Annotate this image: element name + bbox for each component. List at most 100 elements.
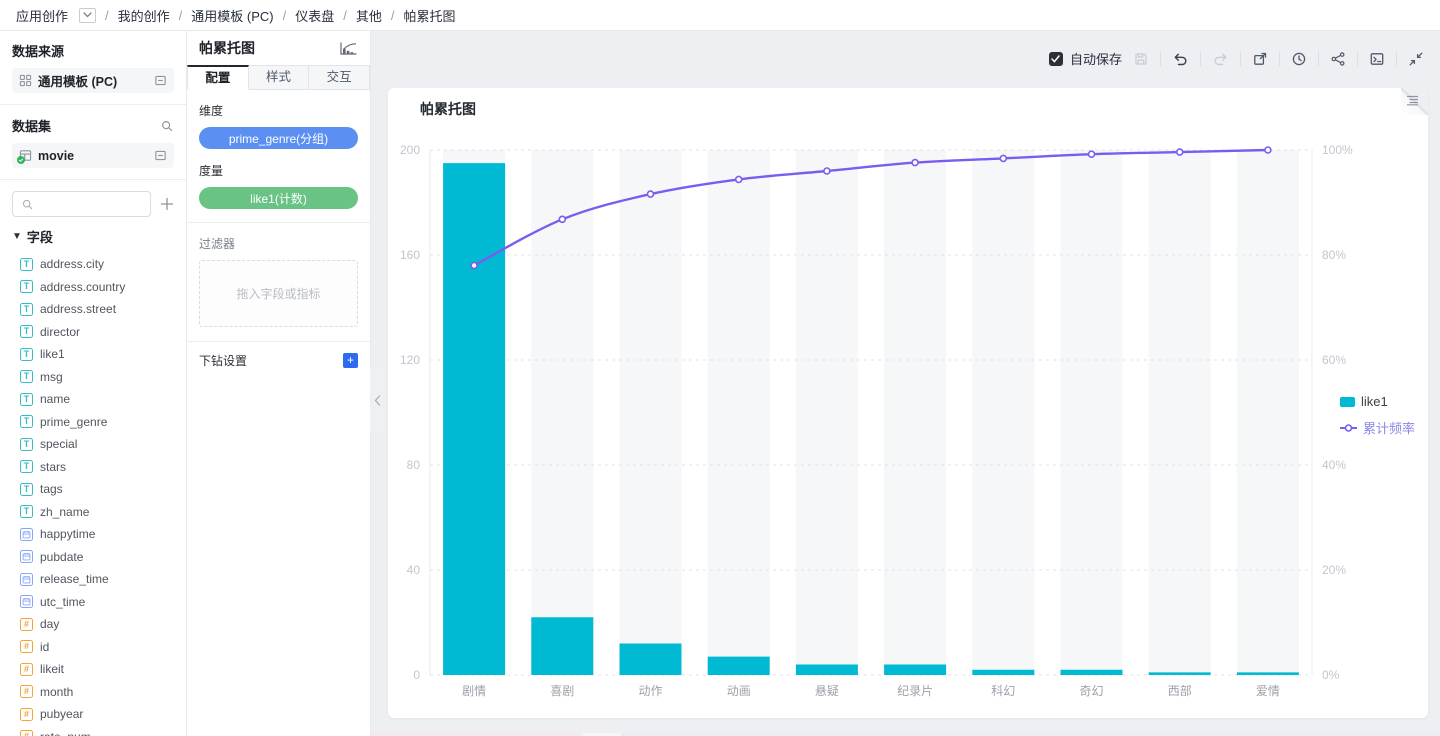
line-point-爱情[interactable] — [1265, 147, 1271, 153]
breadcrumb-item[interactable]: 帕累托图 — [404, 6, 456, 25]
exit-fullscreen-button[interactable] — [1408, 51, 1424, 67]
field-item[interactable]: Ttags — [12, 478, 174, 501]
field-item[interactable]: #month — [12, 681, 174, 704]
line-point-动画[interactable] — [736, 176, 742, 182]
legend-item-line[interactable]: 累计频率 — [1340, 418, 1415, 437]
line-point-悬疑[interactable] — [824, 168, 830, 174]
field-item[interactable]: #pubyear — [12, 703, 174, 726]
line-point-喜剧[interactable] — [559, 216, 565, 222]
line-point-剧情[interactable] — [471, 263, 477, 269]
save-button[interactable] — [1133, 51, 1149, 67]
field-item[interactable]: Tmsg — [12, 366, 174, 389]
breadcrumb-item[interactable]: 仪表盘 — [295, 6, 334, 25]
text-field-icon: T — [20, 460, 33, 473]
chart-config-panel: 帕累托图 配置样式交互 维度 prime_genre(分组) 度量 like1(… — [187, 31, 371, 736]
line-legend-marker — [1340, 423, 1357, 433]
field-item[interactable]: Tprime_genre — [12, 411, 174, 434]
history-button[interactable] — [1291, 51, 1307, 67]
field-name: pubyear — [40, 707, 83, 721]
bar-科幻[interactable] — [972, 670, 1034, 675]
breadcrumb-items: /我的创作/通用模板 (PC)/仪表盘/其他/帕累托图 — [105, 6, 456, 25]
field-item[interactable]: Taddress.street — [12, 298, 174, 321]
datasource-name: 通用模板 (PC) — [38, 71, 117, 90]
field-name: zh_name — [40, 505, 89, 519]
field-item[interactable]: Tspecial — [12, 433, 174, 456]
field-item[interactable]: Tzh_name — [12, 501, 174, 524]
config-tab-样式[interactable]: 样式 — [249, 65, 310, 90]
export-icon — [1252, 51, 1268, 67]
switch-dataset-icon[interactable] — [154, 149, 167, 162]
field-item[interactable]: Tdirector — [12, 321, 174, 344]
autosave-toggle[interactable]: 自动保存 — [1049, 49, 1122, 68]
line-point-纪录片[interactable] — [912, 160, 918, 166]
config-tab-交互[interactable]: 交互 — [309, 65, 370, 90]
field-item[interactable]: #id — [12, 636, 174, 659]
field-item[interactable]: #rate_num — [12, 726, 174, 736]
bar-悬疑[interactable] — [796, 665, 858, 676]
fields-title: 字段 — [27, 227, 53, 246]
undo-button[interactable] — [1172, 51, 1189, 67]
bar-动画[interactable] — [708, 657, 770, 675]
dataset-item[interactable]: movie — [12, 143, 174, 168]
widget-menu-icon[interactable] — [1406, 95, 1419, 106]
measure-label: 度量 — [199, 162, 358, 179]
share-icon — [1330, 51, 1346, 67]
field-item[interactable]: happytime — [12, 523, 174, 546]
field-item[interactable]: utc_time — [12, 591, 174, 614]
line-point-动作[interactable] — [648, 191, 654, 197]
config-tab-配置[interactable]: 配置 — [187, 65, 249, 90]
bar-西部[interactable] — [1149, 672, 1211, 675]
bar-爱情[interactable] — [1237, 672, 1299, 675]
legend-label: like1 — [1361, 394, 1388, 409]
search-icon[interactable] — [160, 119, 174, 133]
console-button[interactable] — [1369, 51, 1385, 67]
line-point-西部[interactable] — [1177, 149, 1183, 155]
svg-text:纪录片: 纪录片 — [897, 684, 933, 698]
field-item[interactable]: Taddress.city — [12, 253, 174, 276]
field-item[interactable]: Taddress.country — [12, 276, 174, 299]
export-button[interactable] — [1252, 51, 1268, 67]
breadcrumb-item[interactable]: 通用模板 (PC) — [191, 6, 273, 25]
line-point-科幻[interactable] — [1000, 155, 1006, 161]
bar-剧情[interactable] — [443, 163, 505, 675]
breadcrumb-item[interactable]: 其他 — [356, 6, 382, 25]
share-button[interactable] — [1330, 51, 1346, 67]
bar-奇幻[interactable] — [1061, 670, 1123, 675]
text-field-icon: T — [20, 415, 33, 428]
chart-widget[interactable]: 帕累托图 00%4020%8040%12060%16080%200100%剧情喜… — [388, 88, 1428, 718]
field-item[interactable]: #likeit — [12, 658, 174, 681]
svg-text:40%: 40% — [1322, 458, 1346, 472]
add-drill-button[interactable]: + — [343, 353, 358, 368]
bar-喜剧[interactable] — [531, 617, 593, 675]
pareto-chart[interactable]: 00%4020%8040%12060%16080%200100%剧情喜剧动作动画… — [388, 88, 1428, 718]
breadcrumb-separator: / — [343, 8, 347, 23]
bar-纪录片[interactable] — [884, 665, 946, 676]
field-item[interactable]: Tstars — [12, 456, 174, 479]
line-point-奇幻[interactable] — [1089, 151, 1095, 157]
breadcrumb-app[interactable]: 应用创作 — [16, 6, 68, 25]
datasource-item[interactable]: 通用模板 (PC) — [12, 68, 174, 93]
switch-datasource-icon[interactable] — [154, 74, 167, 87]
field-name: happytime — [40, 527, 95, 541]
app-switcher-dropdown[interactable] — [79, 8, 96, 23]
field-name: likeit — [40, 662, 64, 676]
legend-item-bar[interactable]: like1 — [1340, 394, 1415, 409]
redo-button[interactable] — [1212, 51, 1229, 67]
field-item[interactable]: #day — [12, 613, 174, 636]
autosave-checkbox[interactable] — [1049, 52, 1063, 66]
field-item[interactable]: Tlike1 — [12, 343, 174, 366]
field-item[interactable]: Tname — [12, 388, 174, 411]
fields-header[interactable]: ▼ 字段 — [12, 227, 174, 246]
breadcrumb-item[interactable]: 我的创作 — [118, 6, 170, 25]
filter-drop-zone[interactable]: 拖入字段或指标 — [199, 260, 358, 327]
bar-动作[interactable] — [620, 644, 682, 676]
dimension-pill[interactable]: prime_genre(分组) — [199, 127, 358, 149]
measure-pill[interactable]: like1(计数) — [199, 187, 358, 209]
svg-text:喜剧: 喜剧 — [550, 684, 574, 698]
field-item[interactable]: pubdate — [12, 546, 174, 569]
field-item[interactable]: release_time — [12, 568, 174, 591]
field-search-input[interactable] — [12, 191, 151, 217]
add-field-button[interactable] — [160, 197, 174, 211]
collapse-panel-handle[interactable] — [370, 368, 384, 432]
text-field-icon: T — [20, 258, 33, 271]
